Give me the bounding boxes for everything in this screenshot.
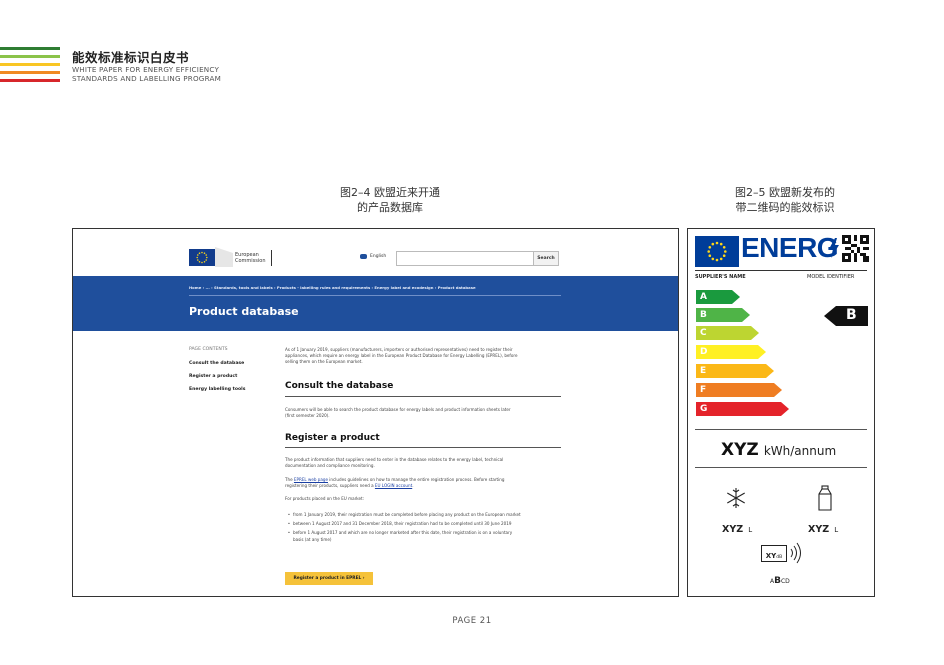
sidebar-item-tools[interactable]: Energy labelling tools	[189, 387, 245, 392]
sidebar-heading: PAGE CONTENTS	[189, 347, 228, 352]
class-arrow-c: C	[696, 326, 759, 340]
section-register-p1: The product information that suppliers n…	[285, 457, 504, 469]
label-divider-3	[695, 467, 867, 468]
lightning-icon	[829, 238, 839, 262]
sound-waves-icon	[789, 542, 803, 568]
eu-star-circle-icon	[707, 241, 727, 262]
fridge-unit: L	[834, 526, 839, 534]
noise-value: XY	[765, 552, 777, 560]
header-title-en-line1: WHITE PAPER FOR ENERGY EFFICIENCY	[72, 65, 220, 74]
milk-carton-icon	[818, 485, 832, 515]
bullet-text: between 1 August 2017 and 31 December 20…	[293, 521, 512, 527]
class-arrow-g: G	[696, 402, 789, 416]
figure-caption-2: 图2–5 欧盟新发布的 带二维码的能效标识	[700, 185, 870, 215]
search-input[interactable]	[396, 251, 534, 266]
energy-consumption: XYZ kWh/annum	[721, 440, 836, 460]
breadcrumb[interactable]: Home › ... › Standards, tools and labels…	[189, 285, 476, 290]
snowflake-icon	[725, 487, 747, 513]
eu-website-screenshot: European Commission English Search Home …	[72, 228, 679, 597]
fridge-value: XYZ	[808, 524, 830, 535]
section-consult-text: Consumers will be able to search the pro…	[285, 407, 511, 419]
freezer-unit: L	[748, 526, 753, 534]
breadcrumb-divider	[189, 295, 561, 296]
language-label: English	[370, 254, 387, 259]
noise-box: XYdB	[761, 545, 787, 562]
list-item: • before 1 August 2017 and which are no …	[285, 530, 521, 542]
class-arrow-e: E	[696, 364, 774, 378]
page-header-band: Home › ... › Standards, tools and labels…	[73, 276, 678, 331]
figure-caption-1-line1: 图2–4 欧盟近来开通	[340, 186, 440, 199]
figure-caption-2-line1: 图2–5 欧盟新发布的	[735, 186, 835, 199]
section-register-rule	[285, 447, 561, 448]
eu-logo-text: European Commission	[235, 252, 266, 264]
bullet-dot: •	[287, 521, 291, 527]
eu-flag-logo[interactable]	[189, 249, 215, 266]
sidebar-item-register[interactable]: Register a product	[189, 374, 237, 379]
section-register-title: Register a product	[285, 433, 380, 443]
energy-brand-word: ENERG	[741, 232, 839, 263]
class-arrow-a: A	[696, 290, 740, 304]
header-title-en: WHITE PAPER FOR ENERGY EFFICIENCY STANDA…	[72, 65, 221, 83]
stripe-2	[0, 55, 60, 58]
energy-label: ENERG SUPPLIER'S NAME MODEL IDENTIFIER A…	[687, 228, 875, 597]
stripe-3	[0, 63, 60, 66]
consumption-unit: kWh/annum	[763, 444, 837, 458]
noise-class-post: CD	[780, 578, 790, 585]
model-identifier: MODEL IDENTIFIER	[807, 274, 855, 280]
section-register-p3: For products placed on the EU market:	[285, 496, 365, 501]
eu-logo-line2: Commission	[235, 258, 266, 264]
eu-login-link[interactable]: EU LOGIN account	[375, 483, 412, 488]
list-item: • between 1 August 2017 and 31 December …	[285, 521, 521, 527]
eu-flag-icon	[695, 236, 739, 267]
stripe-1	[0, 47, 60, 50]
logo-divider	[271, 250, 272, 266]
stripe-5	[0, 79, 60, 82]
bullet-list: • from 1 January 2019, their registratio…	[285, 512, 521, 543]
label-divider	[695, 270, 867, 271]
freezer-value: XYZ	[722, 524, 744, 535]
class-arrow-b: B	[696, 308, 750, 322]
bullet-dot: •	[287, 512, 291, 517]
bullet-text: before 1 August 2017 and which are no lo…	[293, 530, 513, 542]
page-title: Product database	[189, 305, 299, 318]
speech-bubble-icon	[360, 254, 367, 259]
eu-stars-icon	[196, 251, 208, 264]
section-consult-title: Consult the database	[285, 381, 394, 391]
language-selector[interactable]: English	[360, 254, 386, 259]
eprel-web-page-link[interactable]: EPREL web page	[294, 477, 328, 482]
figure-caption-2-line2: 带二维码的能效标识	[735, 201, 835, 214]
figure-caption-1-line2: 的产品数据库	[357, 201, 423, 214]
supplier-name: SUPPLIER'S NAME	[695, 274, 746, 280]
qr-code-icon[interactable]	[842, 235, 869, 262]
class-arrow-d: D	[696, 345, 766, 359]
page-number: PAGE 21	[452, 616, 492, 626]
consumption-value: XYZ	[721, 440, 759, 460]
section-consult-rule	[285, 396, 561, 397]
search-button[interactable]: Search	[533, 251, 559, 266]
p2-text-post: .	[412, 483, 414, 489]
rating-indicator: B	[824, 306, 868, 326]
fridge-volume: XYZ L	[808, 517, 838, 536]
list-item: • from 1 January 2019, their registratio…	[285, 512, 521, 518]
p2-text-pre: The	[285, 477, 294, 482]
freezer-volume: XYZ L	[722, 517, 752, 536]
noise-class-active: B	[774, 576, 781, 586]
header-title-zh: 能效标准标识白皮书	[72, 50, 190, 65]
label-divider-2	[695, 429, 867, 430]
noise-class-scale: ABCD	[770, 568, 790, 587]
rating-letter: B	[846, 307, 857, 323]
noise-unit: dB	[776, 555, 783, 560]
stripe-4	[0, 71, 60, 74]
intro-paragraph: As of 1 January 2019, suppliers (manufac…	[285, 347, 518, 365]
section-register-p2: The EPREL web page includes guidelines o…	[285, 477, 521, 489]
sidebar-item-consult[interactable]: Consult the database	[189, 361, 244, 366]
class-arrow-f: F	[696, 383, 782, 397]
energy-brand-text: ENERG	[741, 232, 839, 264]
header-title-en-line2: STANDARDS AND LABELLING PROGRAM	[72, 74, 221, 83]
figure-caption-1: 图2–4 欧盟近来开通 的产品数据库	[300, 185, 480, 215]
eu-logo-building-shape	[215, 247, 233, 267]
register-product-button[interactable]: Register a product in EPREL ›	[285, 572, 373, 585]
bullet-dot: •	[287, 530, 291, 536]
bullet-text: from 1 January 2019, their registration …	[293, 512, 521, 517]
